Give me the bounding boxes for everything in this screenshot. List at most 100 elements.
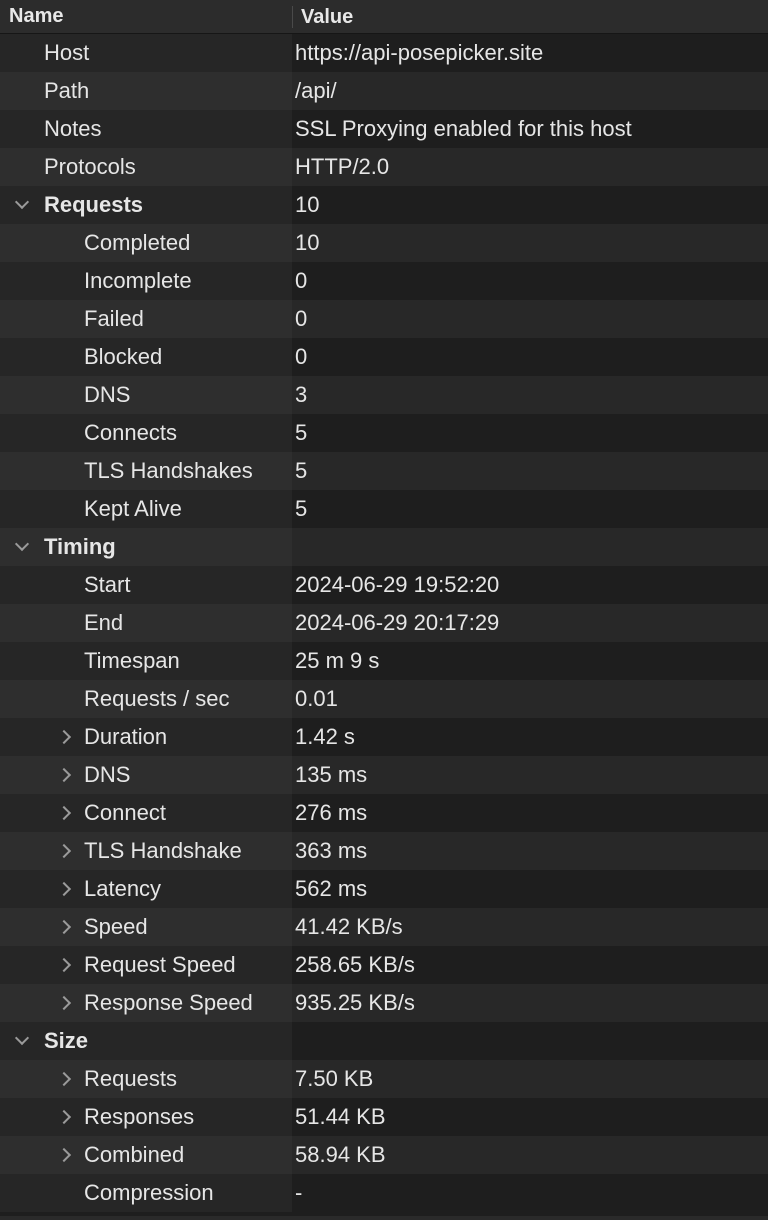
column-header-name[interactable]: Name — [0, 0, 292, 33]
table-row[interactable]: Latency 562 ms — [0, 870, 768, 908]
table-row[interactable]: TLS Handshakes 5 — [0, 452, 768, 490]
chevron-down-icon[interactable] — [14, 1022, 30, 1060]
row-value: 0 — [295, 306, 308, 331]
name-cell: Timing — [0, 528, 292, 566]
name-cell: Blocked — [0, 338, 292, 376]
table-row[interactable]: Requests 7.50 KB — [0, 1060, 768, 1098]
table-row[interactable]: Timespan 25 m 9 s — [0, 642, 768, 680]
chevron-glyph — [56, 1147, 72, 1163]
chevron-glyph — [56, 805, 72, 821]
chevron-right-icon[interactable] — [56, 946, 72, 984]
table-row[interactable]: Kept Alive 5 — [0, 490, 768, 528]
row-label: Speed — [84, 914, 148, 939]
chevron-glyph — [56, 767, 72, 783]
name-cell: Path — [0, 72, 292, 110]
table-row[interactable]: Completed 10 — [0, 224, 768, 262]
table-row[interactable]: Timing — [0, 528, 768, 566]
table-row[interactable]: Requests / sec 0.01 — [0, 680, 768, 718]
row-label: Completed — [84, 230, 191, 255]
table-row[interactable]: Host https://api-posepicker.site — [0, 34, 768, 72]
name-cell: Request Speed — [0, 946, 292, 984]
table-header: Name Value — [0, 0, 768, 34]
chevron-right-icon[interactable] — [56, 1098, 72, 1136]
row-label: End — [84, 610, 124, 635]
row-value: 363 ms — [295, 838, 368, 863]
column-header-value[interactable]: Value — [292, 6, 768, 28]
chevron-down-icon[interactable] — [14, 528, 30, 566]
chevron-right-icon[interactable] — [56, 718, 72, 756]
row-value — [292, 528, 768, 566]
chevron-right-icon[interactable] — [56, 794, 72, 832]
row-value: 0.01 — [295, 686, 338, 711]
row-label: Host — [44, 40, 90, 65]
table-row[interactable]: Incomplete 0 — [0, 262, 768, 300]
table-body: Host https://api-posepicker.site Path/api/… — [0, 34, 768, 1212]
name-cell: DNS — [0, 376, 292, 414]
chevron-right-icon[interactable] — [56, 908, 72, 946]
row-value — [292, 1022, 768, 1060]
row-value: 2024-06-29 19:52:20 — [295, 572, 500, 597]
row-value: 5 — [295, 496, 308, 521]
row-label: Duration — [84, 724, 168, 749]
row-value: - — [295, 1180, 303, 1205]
table-row[interactable]: Compression - — [0, 1174, 768, 1212]
row-value: SSL Proxying enabled for this host — [295, 116, 632, 141]
row-value: 5 — [295, 420, 308, 445]
table-row[interactable]: TLS Handshake 363 ms — [0, 832, 768, 870]
name-cell: Response Speed — [0, 984, 292, 1022]
table-row[interactable]: Duration 1.42 s — [0, 718, 768, 756]
name-cell: Kept Alive — [0, 490, 292, 528]
row-label: Incomplete — [84, 268, 192, 293]
row-label: Connects — [84, 420, 177, 445]
table-row[interactable]: Notes SSL Proxying enabled for this host — [0, 110, 768, 148]
name-cell: Host — [0, 34, 292, 72]
table-row[interactable]: Connects 5 — [0, 414, 768, 452]
name-cell: Connects — [0, 414, 292, 452]
chevron-right-icon[interactable] — [56, 1060, 72, 1098]
chevron-glyph — [14, 536, 30, 552]
table-row[interactable]: End 2024-06-29 20:17:29 — [0, 604, 768, 642]
table-row[interactable]: Requests 10 — [0, 186, 768, 224]
name-cell: Timespan — [0, 642, 292, 680]
name-cell: Combined — [0, 1136, 292, 1174]
chevron-right-icon[interactable] — [56, 756, 72, 794]
row-value: 5 — [295, 458, 308, 483]
table-row[interactable]: Combined 58.94 KB — [0, 1136, 768, 1174]
row-label: Timing — [44, 534, 116, 559]
chevron-right-icon[interactable] — [56, 832, 72, 870]
chevron-right-icon[interactable] — [56, 870, 72, 908]
table-row[interactable]: Failed 0 — [0, 300, 768, 338]
table-row[interactable]: DNS 135 ms — [0, 756, 768, 794]
name-cell: Protocols — [0, 148, 292, 186]
name-cell: Notes — [0, 110, 292, 148]
table-row[interactable]: Path/api/ — [0, 72, 768, 110]
table-row[interactable]: Blocked 0 — [0, 338, 768, 376]
chevron-right-icon[interactable] — [56, 1136, 72, 1174]
horizontal-scroll-edge — [0, 1216, 768, 1220]
table-row[interactable]: Size — [0, 1022, 768, 1060]
table-row[interactable]: Protocols HTTP/2.0 — [0, 148, 768, 186]
name-cell: Requests / sec — [0, 680, 292, 718]
chevron-glyph — [56, 919, 72, 935]
table-row[interactable]: Speed 41.42 KB/s — [0, 908, 768, 946]
row-value: /api/ — [295, 78, 337, 103]
row-value: 0 — [295, 344, 308, 369]
row-label: Combined — [84, 1142, 185, 1167]
row-value: 276 ms — [295, 800, 368, 825]
name-cell: Requests — [0, 186, 292, 224]
table-row[interactable]: Start 2024-06-29 19:52:20 — [0, 566, 768, 604]
chevron-down-icon[interactable] — [14, 186, 30, 224]
name-cell: Size — [0, 1022, 292, 1060]
name-cell: Connect — [0, 794, 292, 832]
table-row[interactable]: Response Speed 935.25 KB/s — [0, 984, 768, 1022]
row-value: 41.42 KB/s — [295, 914, 403, 939]
row-label: Notes — [44, 116, 102, 141]
table-row[interactable]: Connect 276 ms — [0, 794, 768, 832]
row-label: Start — [84, 572, 131, 597]
table-row[interactable]: DNS 3 — [0, 376, 768, 414]
row-label: Latency — [84, 876, 162, 901]
table-row[interactable]: Request Speed 258.65 KB/s — [0, 946, 768, 984]
table-row[interactable]: Responses 51.44 KB — [0, 1098, 768, 1136]
row-label: DNS — [84, 762, 131, 787]
chevron-right-icon[interactable] — [56, 984, 72, 1022]
